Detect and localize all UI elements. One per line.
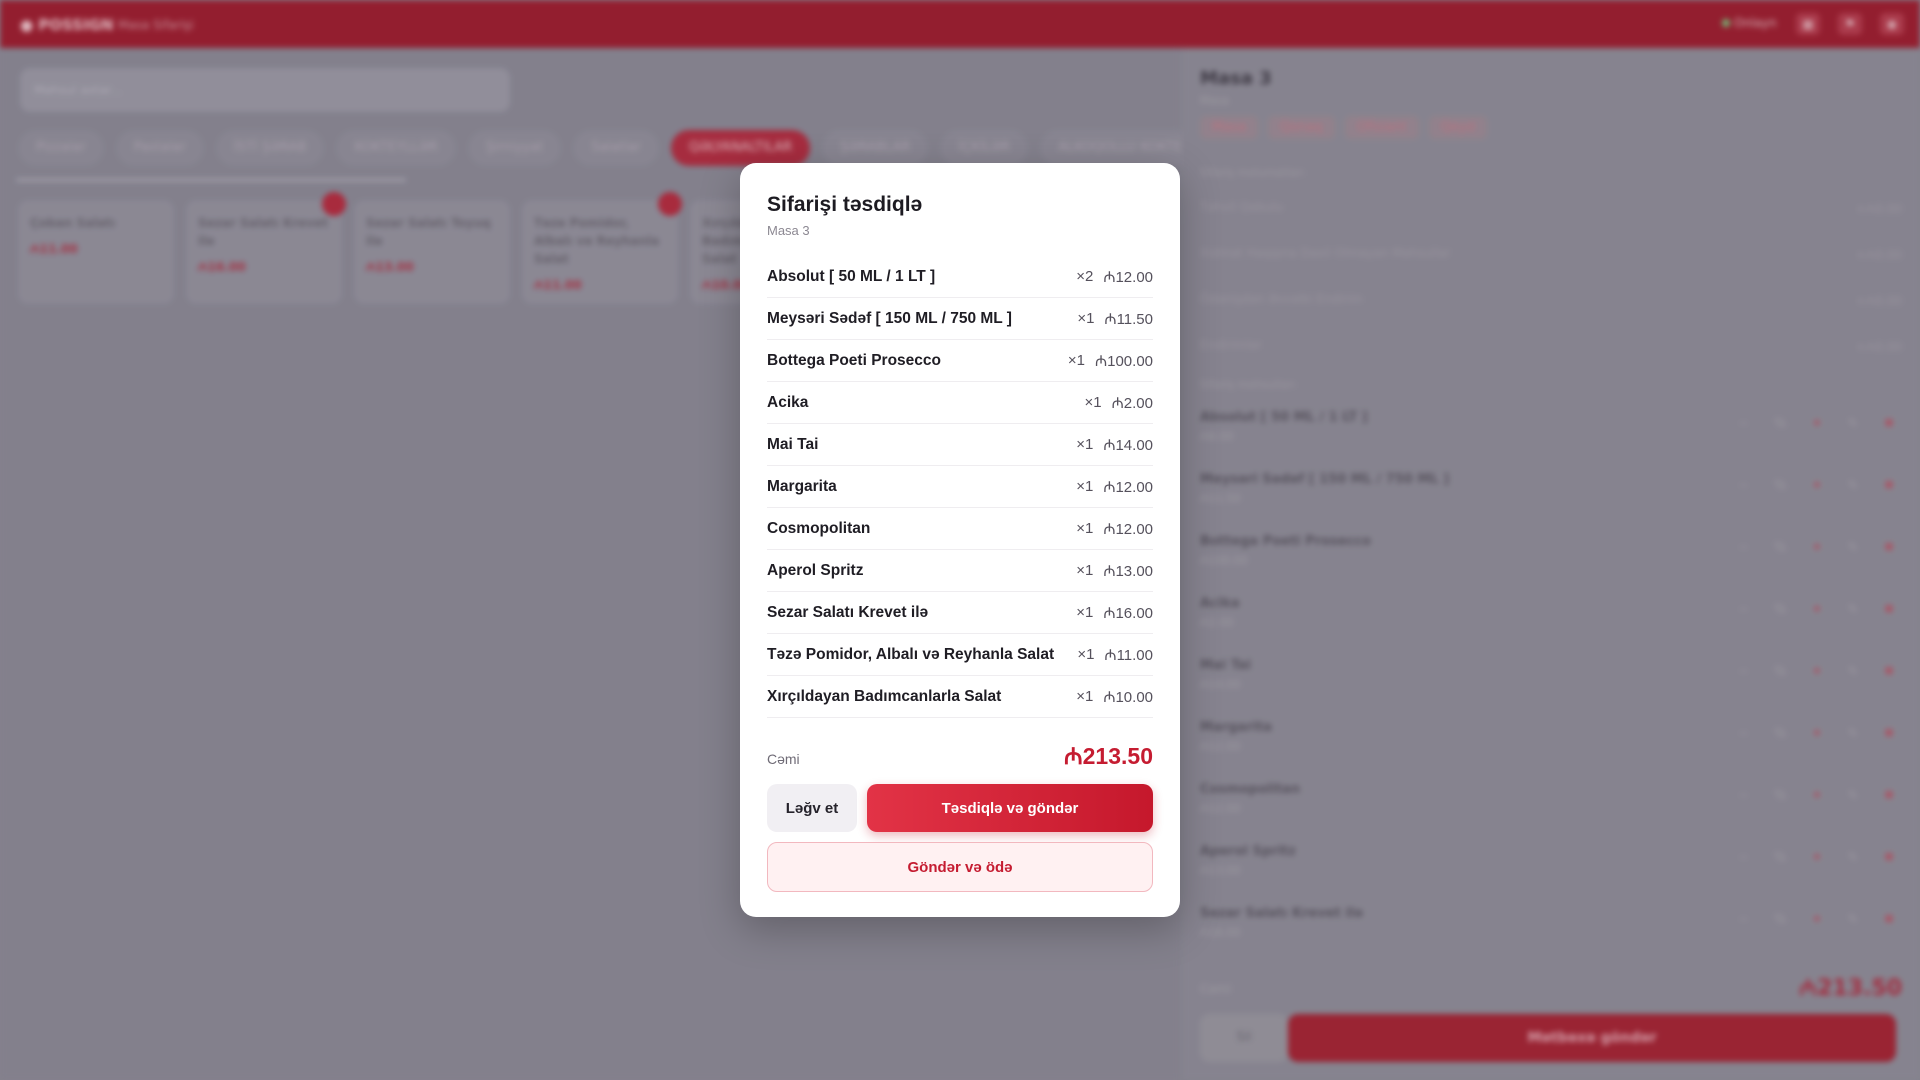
modal-item-name: Margarita [767, 477, 837, 495]
modal-item-name: Absolut [ 50 ML / 1 LT ] [767, 267, 936, 285]
modal-item-price: ₼100.00 [1094, 352, 1153, 370]
modal-item-price: ₼16.00 [1103, 604, 1153, 622]
send-and-pay-button[interactable]: Göndər və ödə [767, 842, 1153, 892]
modal-title: Sifarişi təsdiqlə [767, 193, 923, 216]
modal-item-price: ₼10.00 [1103, 688, 1153, 706]
modal-item-name: Sezar Salatı Krevet ilə [767, 603, 929, 621]
modal-item-name: Mai Tai [767, 435, 819, 453]
modal-item-name: Cosmopolitan [767, 519, 871, 537]
modal-item-name: Aperol Spritz [767, 561, 864, 579]
modal-item-price: ₼12.00 [1103, 520, 1153, 538]
modal-item-name: Meysəri Sədəf [ 150 ML / 750 ML ] [767, 309, 1012, 327]
modal-item-row: Meysəri Sədəf [ 150 ML / 750 ML ] ×1 ₼11.5… [767, 298, 1153, 340]
modal-item-row: Margarita ×1 ₼12.00 [767, 466, 1153, 508]
modal-item-row: Sezar Salatı Krevet ilə ×1 ₼16.00 [767, 592, 1153, 634]
modal-total-row: Cəmi ₼213.50 [767, 738, 1153, 772]
modal-item-qty: ×1 [1076, 688, 1094, 705]
modal-item-name: Xırçıldayan Badımcanlarla Salat [767, 687, 1002, 705]
modal-item-row: Təzə Pomidor, Albalı və Reyhanla Salat ×1… [767, 634, 1153, 676]
modal-item-row: Bottega Poeti Prosecco ×1 ₼100.00 [767, 340, 1153, 382]
modal-item-qty: ×1 [1076, 520, 1094, 537]
modal-actions: Ləğv et Təsdiqlə və göndər [767, 784, 1153, 832]
modal-item-row: Mai Tai ×1 ₼14.00 [767, 424, 1153, 466]
modal-item-name: Bottega Poeti Prosecco [767, 351, 941, 369]
modal-item-qty: ×2 [1076, 268, 1094, 285]
modal-item-price: ₼12.00 [1103, 478, 1153, 496]
modal-item-row: Acika ×1 ₼2.00 [767, 382, 1153, 424]
modal-total-value: ₼213.50 [1064, 743, 1153, 769]
modal-item-qty: ×1 [1084, 394, 1102, 411]
modal-item-price: ₼13.00 [1103, 562, 1153, 580]
modal-item-price: ₼11.00 [1104, 646, 1153, 664]
modal-item-qty: ×1 [1076, 478, 1094, 495]
modal-item-qty: ×1 [1076, 436, 1094, 453]
modal-item-qty: ×1 [1076, 562, 1094, 579]
modal-total-label: Cəmi [767, 751, 800, 767]
modal-item-qty: ×1 [1077, 310, 1095, 327]
modal-item-row: Cosmopolitan ×1 ₼12.00 [767, 508, 1153, 550]
modal-item-price: ₼2.00 [1111, 394, 1153, 412]
modal-item-row: Absolut [ 50 ML / 1 LT ] ×2 ₼12.00 [767, 256, 1153, 298]
order-items-list: Absolut [ 50 ML / 1 LT ] ×2 ₼12.00 Meysəri … [767, 256, 1153, 718]
modal-item-row: Aperol Spritz ×1 ₼13.00 [767, 550, 1153, 592]
modal-item-name: Acika [767, 393, 809, 411]
modal-item-price: ₼12.00 [1103, 268, 1153, 286]
modal-item-qty: ×1 [1077, 646, 1095, 663]
modal-item-qty: ×1 [1067, 352, 1085, 369]
confirm-order-modal: Sifarişi təsdiqlə Masa 3 Absolut [ 50 ML… [740, 163, 1180, 917]
modal-item-row: Xırçıldayan Badımcanlarla Salat ×1 ₼10.00 [767, 676, 1153, 718]
cancel-button[interactable]: Ləğv et [767, 784, 857, 832]
modal-item-qty: ×1 [1076, 604, 1094, 621]
confirm-and-send-button[interactable]: Təsdiqlə və göndər [867, 784, 1153, 832]
modal-item-price: ₼14.00 [1103, 436, 1153, 454]
modal-subtitle: Masa 3 [767, 223, 810, 238]
modal-item-price: ₼11.50 [1104, 310, 1153, 328]
modal-item-name: Təzə Pomidor, Albalı və Reyhanla Salat [767, 645, 1055, 663]
